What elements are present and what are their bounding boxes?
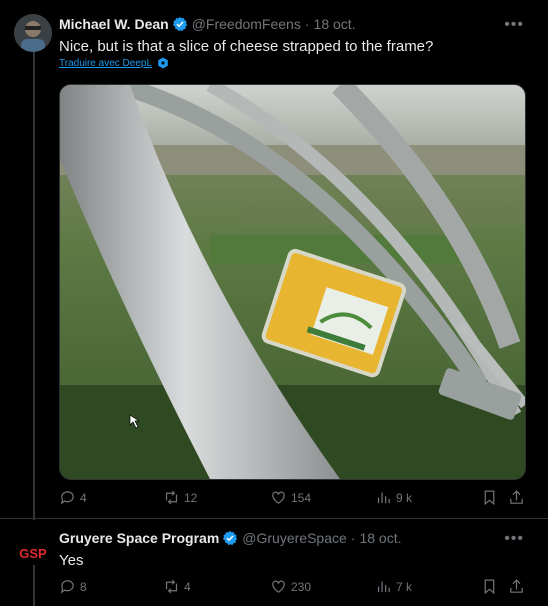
views-count: 9 k (396, 490, 413, 505)
views-chart-icon (377, 492, 390, 504)
tweet-photo[interactable] (59, 84, 526, 480)
photo-cheese-on-frame (60, 85, 525, 479)
retweet-button[interactable]: 12 (163, 489, 197, 506)
share-icon (510, 579, 523, 593)
heart-icon (272, 491, 285, 504)
verified-badge-icon (223, 531, 238, 546)
retweet-count: 4 (184, 579, 191, 594)
tweet-michael-dean[interactable]: Michael W. Dean @FreedomFeens · 18 oct. … (0, 0, 548, 519)
tweet-date[interactable]: 18 oct. (314, 16, 356, 32)
author-handle[interactable]: @FreedomFeens (192, 16, 301, 32)
retweet-icon (165, 579, 178, 594)
tweet-date[interactable]: 18 oct. (359, 530, 401, 546)
like-button[interactable]: 154 (270, 489, 311, 506)
thread-line (33, 565, 35, 606)
share-icon (510, 490, 523, 504)
retweet-count: 12 (184, 490, 198, 505)
author-handle[interactable]: @GruyereSpace (242, 530, 346, 546)
views-button[interactable]: 9 k (375, 489, 412, 506)
heart-icon (272, 580, 285, 593)
translate-label[interactable]: Traduire avec DeepL (59, 58, 152, 69)
more-options-icon[interactable]: ••• (504, 530, 524, 548)
retweet-button[interactable]: 4 (163, 578, 191, 595)
separator-dot: · (350, 530, 356, 546)
reply-button[interactable]: 8 (59, 578, 87, 595)
views-chart-icon (377, 581, 390, 593)
like-button[interactable]: 230 (270, 578, 311, 595)
deepl-icon (158, 57, 168, 69)
translate-link[interactable]: Traduire avec DeepL (59, 57, 169, 69)
bookmark-icon (484, 490, 495, 506)
separator-dot: · (304, 16, 310, 32)
verified-badge-icon (172, 17, 187, 32)
bookmark-icon (484, 579, 495, 595)
tweet-text: Yes (59, 552, 84, 569)
avatar[interactable] (14, 14, 52, 52)
avatar-logo-text: GSP (19, 546, 47, 561)
like-count: 154 (291, 490, 312, 505)
tweet-header: Michael W. Dean @FreedomFeens · 18 oct. (59, 15, 356, 33)
bookmark-button[interactable] (481, 578, 498, 595)
retweet-icon (165, 490, 178, 505)
tweet-actions: 4 12 154 9 k (59, 489, 529, 509)
reply-count: 4 (80, 490, 87, 505)
bookmark-button[interactable] (481, 489, 498, 506)
like-count: 230 (291, 579, 312, 594)
views-button[interactable]: 7 k (375, 578, 412, 595)
reply-icon (60, 580, 74, 594)
reply-icon (60, 491, 74, 505)
more-options-icon[interactable]: ••• (504, 16, 524, 34)
tweet-actions: 8 4 230 7 k (59, 578, 529, 598)
tweet-text: Nice, but is that a slice of cheese stra… (59, 38, 434, 55)
tweet-header: Gruyere Space Program @GruyereSpace · 18… (59, 529, 401, 547)
share-button[interactable] (508, 489, 525, 506)
reply-count: 8 (80, 579, 87, 594)
reply-button[interactable]: 4 (59, 489, 87, 506)
author-name[interactable]: Gruyere Space Program (59, 530, 219, 546)
share-button[interactable] (508, 578, 525, 595)
views-count: 7 k (396, 579, 413, 594)
author-name[interactable]: Michael W. Dean (59, 16, 169, 32)
